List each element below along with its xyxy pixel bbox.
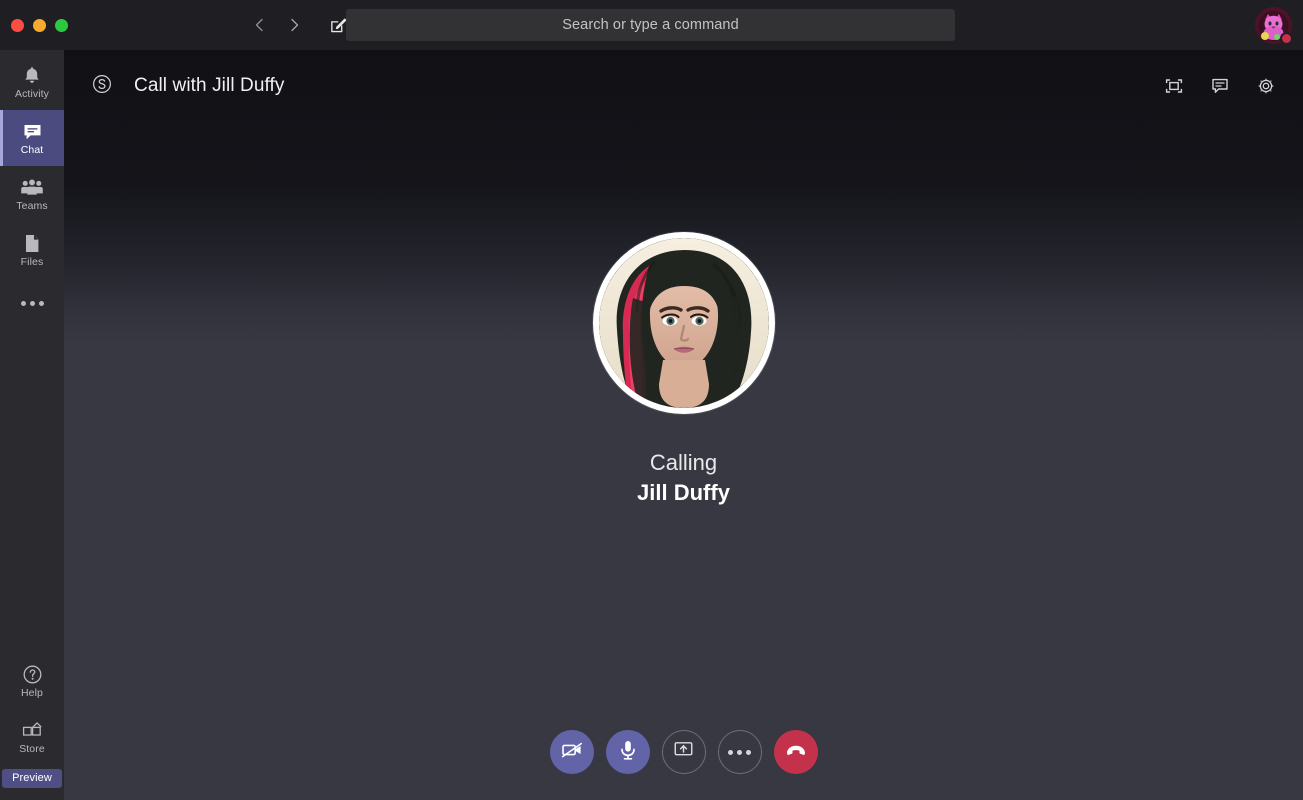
back-button[interactable] (245, 10, 275, 40)
sidebar-item-chat[interactable]: Chat (0, 110, 64, 166)
teams-people-icon (20, 176, 44, 198)
sidebar-item-help[interactable]: Help (0, 653, 64, 709)
show-conversation-icon[interactable] (1205, 71, 1235, 101)
search-bar-container: Search or type a command (346, 9, 955, 41)
more-ellipsis-icon (20, 300, 44, 306)
file-document-icon (23, 232, 41, 254)
gear-icon[interactable] (1251, 71, 1281, 101)
share-screen-button[interactable] (661, 730, 706, 774)
app-body: Activity Chat Teams Files Help Store Pre… (0, 50, 1303, 800)
call-header-left: Call with Jill Duffy (92, 74, 285, 99)
microphone-icon (616, 738, 640, 767)
teams-call-window: Search or type a command Activity Chat T… (0, 0, 1303, 800)
sidebar-item-teams[interactable]: Teams (0, 166, 64, 222)
fullscreen-icon[interactable] (1159, 71, 1189, 101)
sidebar-more-button[interactable] (0, 278, 64, 328)
rail-primary-items: Activity Chat Teams Files (0, 50, 64, 328)
contact-avatar (592, 232, 775, 414)
toggle-microphone-button[interactable] (605, 730, 650, 774)
skype-icon (92, 74, 112, 99)
sidebar-item-label: Activity (14, 88, 50, 101)
sidebar-item-label: Teams (16, 200, 48, 213)
camera-off-icon (560, 738, 584, 767)
page-title: Call with Jill Duffy (134, 75, 285, 96)
title-bar: Search or type a command (0, 0, 1303, 50)
preview-badge-container: Preview (0, 765, 64, 794)
forward-button[interactable] (279, 10, 309, 40)
share-screen-icon (672, 738, 695, 766)
sidebar-item-label: Chat (20, 144, 44, 157)
call-header-actions (1159, 71, 1281, 101)
toggle-camera-button[interactable] (549, 730, 594, 774)
user-profile-button[interactable] (1255, 7, 1293, 45)
hang-up-button[interactable] (773, 730, 818, 774)
search-placeholder: Search or type a command (562, 17, 739, 33)
bell-icon (22, 64, 42, 86)
search-input[interactable]: Search or type a command (346, 9, 955, 41)
app-rail-sidebar: Activity Chat Teams Files Help Store Pre… (0, 50, 64, 800)
more-ellipsis-icon (728, 749, 751, 755)
preview-badge[interactable]: Preview (2, 769, 62, 788)
sidebar-item-activity[interactable]: Activity (0, 54, 64, 110)
navigation-buttons (245, 10, 353, 40)
minimize-window-button[interactable] (33, 18, 46, 32)
status-badge (1280, 32, 1293, 45)
call-panel: Call with Jill Duffy Calling Jill Duffy (64, 50, 1303, 800)
sidebar-item-store[interactable]: Store (0, 709, 64, 765)
rail-secondary-items: Help Store Preview (0, 653, 64, 800)
store-grid-icon (21, 719, 43, 741)
help-circle-icon (22, 663, 43, 685)
call-status-text: Calling Jill Duffy (637, 448, 730, 508)
sidebar-item-files[interactable]: Files (0, 222, 64, 278)
more-call-options-button[interactable] (717, 730, 762, 774)
sidebar-item-label: Store (19, 743, 45, 756)
close-window-button[interactable] (11, 18, 24, 32)
chat-bubble-icon (22, 120, 43, 142)
call-header: Call with Jill Duffy (64, 50, 1303, 122)
hang-up-icon (783, 737, 809, 768)
sidebar-item-label: Files (20, 256, 44, 269)
zoom-window-button[interactable] (55, 18, 68, 32)
window-traffic-lights (0, 18, 68, 32)
call-state-label: Calling (649, 450, 718, 475)
call-controls (64, 730, 1303, 774)
sidebar-item-label: Help (21, 687, 43, 700)
call-stage: Calling Jill Duffy (64, 122, 1303, 800)
contact-name-label: Jill Duffy (637, 479, 730, 505)
